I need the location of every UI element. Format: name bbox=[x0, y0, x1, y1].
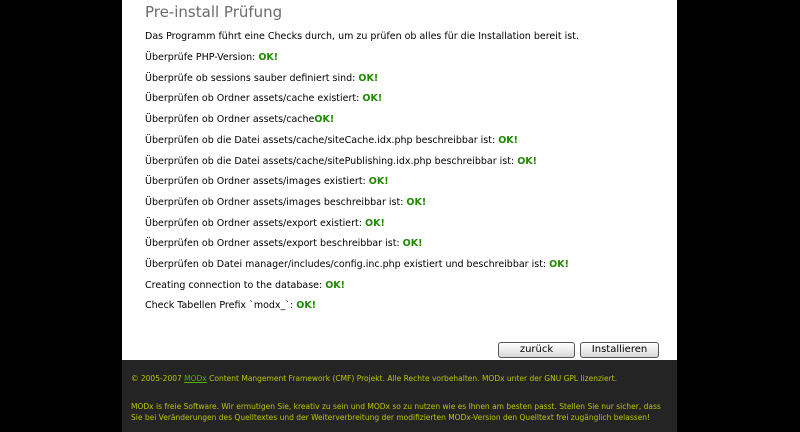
status-ok: OK! bbox=[498, 134, 518, 146]
status-ok: OK! bbox=[358, 72, 379, 84]
check-label: Überprüfen ob die Datei assets/cache/sit… bbox=[145, 134, 499, 146]
status-ok: OK! bbox=[314, 114, 335, 126]
check-sitecache-file: Überprüfen ob die Datei assets/cache/sit… bbox=[145, 135, 518, 147]
status-ok: OK! bbox=[549, 259, 569, 270]
check-label: Überprüfen ob Ordner assets/cache existi… bbox=[145, 93, 363, 105]
check-label: Überprüfe PHP-Version: bbox=[145, 52, 259, 63]
check-cache-exists: Überprüfen ob Ordner assets/cache existi… bbox=[145, 93, 382, 105]
check-label: Check Tabellen Prefix `modx_`: bbox=[145, 300, 297, 312]
install-button[interactable]: Installieren bbox=[580, 342, 659, 358]
status-ok: OK! bbox=[296, 300, 317, 312]
check-label: Überprüfen ob Ordner assets/export besch… bbox=[145, 238, 403, 250]
check-label: Überprüfen ob die Datei assets/cache/sit… bbox=[145, 155, 518, 167]
status-ok: OK! bbox=[362, 93, 383, 105]
status-ok: OK! bbox=[258, 52, 279, 63]
copyright-suffix: Content Mangement Framework (CMF) Projek… bbox=[206, 374, 617, 383]
page: Pre-install Prüfung Das Programm führt e… bbox=[0, 0, 800, 432]
status-ok: OK! bbox=[325, 279, 346, 291]
check-images-writable: Überprüfen ob Ordner assets/images besch… bbox=[145, 197, 426, 209]
license-text: MODx is freie Software. Wir ermutigen Si… bbox=[131, 402, 661, 422]
check-sessions: Überprüfe ob sessions sauber definiert s… bbox=[145, 73, 378, 85]
check-table-prefix: Check Tabellen Prefix `modx_`: OK! bbox=[145, 300, 316, 312]
status-ok: OK! bbox=[368, 176, 389, 188]
check-label: Creating connection to the database: bbox=[145, 279, 326, 291]
check-label: Überprüfen ob Datei manager/includes/con… bbox=[145, 259, 550, 270]
check-cache-writable: Überprüfen ob Ordner assets/cacheOK! bbox=[145, 114, 334, 126]
check-label: Überprüfen ob Ordner assets/images exist… bbox=[145, 176, 369, 188]
check-label: Überprüfen ob Ordner assets/export exist… bbox=[145, 217, 366, 229]
page-title: Pre-install Prüfung bbox=[145, 3, 283, 21]
check-export-writable: Überprüfen ob Ordner assets/export besch… bbox=[145, 238, 422, 250]
check-label: Überprüfen ob Ordner assets/images besch… bbox=[145, 196, 407, 208]
status-ok: OK! bbox=[365, 217, 385, 229]
copyright-text: © 2005-2007 MODx Content Mangement Frame… bbox=[131, 374, 617, 383]
copyright-prefix: © 2005-2007 bbox=[131, 374, 185, 383]
status-ok: OK! bbox=[406, 196, 427, 208]
check-sitepublishing-file: Überprüfen ob die Datei assets/cache/sit… bbox=[145, 156, 537, 168]
check-label: Überprüfen ob Ordner assets/cache bbox=[145, 114, 315, 126]
status-ok: OK! bbox=[402, 238, 423, 250]
modx-link[interactable]: MODx bbox=[184, 374, 207, 383]
check-images-exists: Überprüfen ob Ordner assets/images exist… bbox=[145, 176, 389, 188]
main-panel: Pre-install Prüfung Das Programm führt e… bbox=[122, 0, 677, 360]
check-php-version: Überprüfe PHP-Version: OK! bbox=[145, 52, 278, 64]
check-export-exists: Überprüfen ob Ordner assets/export exist… bbox=[145, 218, 385, 230]
status-ok: OK! bbox=[517, 155, 537, 167]
check-label: Überprüfe ob sessions sauber definiert s… bbox=[145, 72, 359, 84]
intro-text: Das Programm führt eine Checks durch, um… bbox=[145, 31, 579, 42]
check-database-connection: Creating connection to the database: OK! bbox=[145, 280, 345, 292]
check-config-file: Überprüfen ob Datei manager/includes/con… bbox=[145, 259, 569, 271]
back-button[interactable]: zurück bbox=[498, 342, 575, 358]
footer: © 2005-2007 MODx Content Mangement Frame… bbox=[122, 360, 677, 432]
